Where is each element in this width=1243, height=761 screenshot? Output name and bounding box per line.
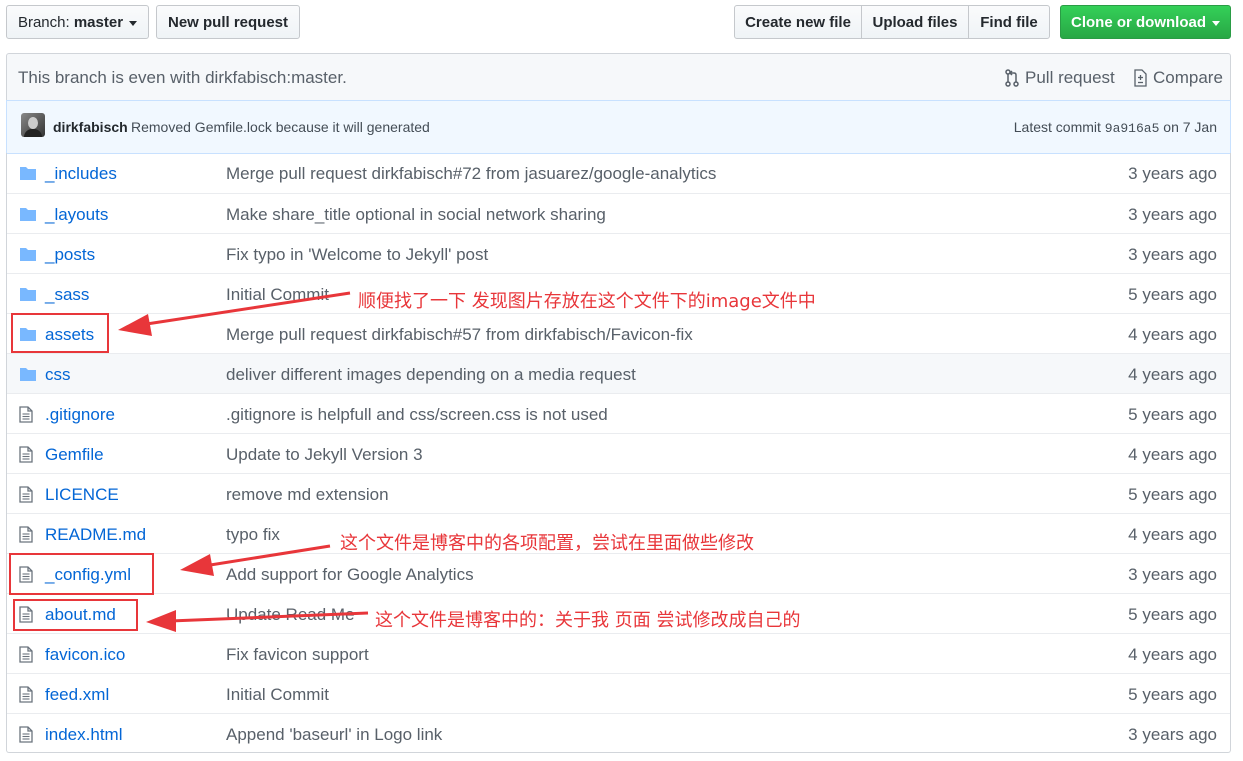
about-arrow-icon — [146, 610, 369, 632]
about-annotation-note: 这个文件是博客中的：关于我 页面 尝试修改成自己的 — [375, 610, 801, 631]
config-annotation-note: 这个文件是博客中的各项配置，尝试在里面做些修改 — [340, 533, 754, 554]
annotation-arrows — [118, 291, 369, 632]
config-arrow-icon — [180, 544, 331, 576]
assets-annotation-note: 顺便找了一下 发现图片存放在这个文件下的image文件中 — [358, 291, 816, 312]
assets-arrow-icon — [118, 291, 351, 336]
